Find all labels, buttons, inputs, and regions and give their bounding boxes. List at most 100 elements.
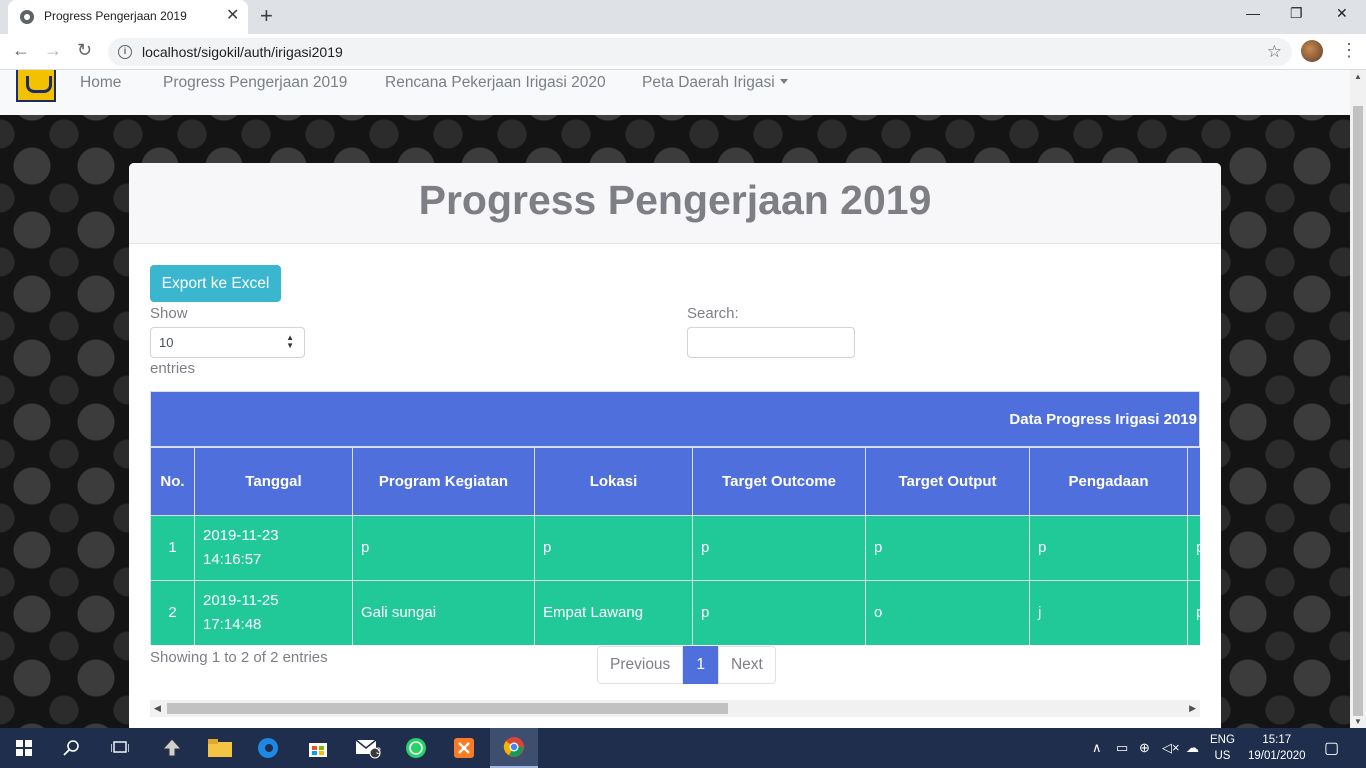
profile-avatar[interactable]	[1301, 40, 1323, 62]
column-header-pengadaan[interactable]: Pengadaan	[1029, 447, 1188, 516]
column-header-tanggal[interactable]: Tanggal	[194, 447, 353, 516]
page-viewport: Home Progress Pengerjaan 2019 Rencana Pe…	[0, 70, 1350, 728]
column-header-lokasi[interactable]: Lokasi	[534, 447, 693, 516]
scroll-left-icon[interactable]: ◀	[154, 703, 161, 714]
volume-muted-icon[interactable]: ◁×	[1162, 740, 1180, 756]
page-title: Progress Pengerjaan 2019	[418, 177, 932, 223]
show-label: Show	[150, 305, 188, 322]
bookmark-star-icon[interactable]: ☆	[1267, 42, 1282, 62]
search-icon[interactable]	[48, 728, 96, 768]
column-header-program[interactable]: Program Kegiatan	[352, 447, 535, 516]
vertical-scroll-thumb[interactable]	[1353, 106, 1363, 716]
table-group-header: Data Progress Irigasi 2019	[150, 391, 1200, 447]
table-cell-output: o	[865, 580, 1030, 645]
progress-table: Data Progress Irigasi 2019 No. Tanggal P…	[150, 391, 1200, 645]
table-info: Showing 1 to 2 of 2 entries	[150, 649, 328, 666]
forward-arrow-icon[interactable]: →	[44, 40, 62, 61]
search-input[interactable]	[687, 327, 855, 358]
windows-start-icon[interactable]	[0, 728, 48, 768]
pagination: Previous 1 Next	[597, 646, 776, 684]
maximize-icon[interactable]: ❐	[1290, 5, 1303, 22]
language-indicator[interactable]: ENG US	[1210, 732, 1235, 764]
chrome-icon[interactable]	[490, 728, 538, 768]
address-bar[interactable]: i localhost/sigokil/auth/irigasi2019 ☆	[108, 38, 1292, 66]
pagination-previous[interactable]: Previous	[597, 646, 684, 684]
whatsapp-icon[interactable]	[392, 728, 440, 768]
nav-peta-label: Peta Daerah Irigasi	[642, 74, 775, 91]
table-cell-program: p	[352, 515, 535, 581]
entries-select-value: 10	[159, 335, 174, 350]
site-navbar: Home Progress Pengerjaan 2019 Rencana Pe…	[0, 70, 1350, 115]
scroll-up-icon[interactable]: ▲	[1354, 72, 1362, 81]
browser-toolbar: ← → ↻ i localhost/sigokil/auth/irigasi20…	[0, 34, 1366, 70]
entries-label: entries	[150, 360, 196, 377]
column-header-output[interactable]: Target Output	[865, 447, 1030, 516]
table-cell-tanggal: 2019-11-23 14:16:57	[194, 515, 353, 581]
globe-icon	[20, 10, 34, 24]
minimize-icon[interactable]: —	[1246, 5, 1260, 21]
table-cell-no: 1	[150, 515, 195, 581]
table-cell-pengadaan: p	[1029, 515, 1188, 581]
language-region: US	[1214, 750, 1231, 762]
info-icon[interactable]: i	[118, 45, 132, 59]
entries-select[interactable]: 10 ▲ ▼	[150, 327, 305, 358]
mail-badge: 3	[376, 746, 382, 756]
inkscape-icon[interactable]	[148, 728, 196, 768]
clock-time: 15:17	[1262, 734, 1292, 746]
browser-tab-strip: Progress Pengerjaan 2019 ✕ + — ❐ ✕	[0, 0, 1366, 34]
table-group-title: Data Progress Irigasi 2019	[1009, 411, 1197, 428]
horizontal-scrollbar[interactable]: ◀ ▶	[150, 700, 1200, 717]
column-header-outcome[interactable]: Target Outcome	[692, 447, 866, 516]
vertical-scrollbar[interactable]: ▲ ▼	[1350, 70, 1366, 728]
browser-menu-icon[interactable]: ⋮	[1340, 40, 1358, 60]
column-header-next[interactable]	[1187, 447, 1200, 516]
card-header: Progress Pengerjaan 2019	[129, 163, 1221, 244]
nav-progress-2019[interactable]: Progress Pengerjaan 2019	[163, 74, 347, 92]
progress-card: Progress Pengerjaan 2019 Export ke Excel…	[129, 163, 1221, 728]
caret-down-icon	[779, 79, 788, 84]
tab-close-icon[interactable]: ✕	[226, 7, 239, 25]
horizontal-scroll-thumb[interactable]	[167, 703, 728, 714]
table-cell-next: p	[1187, 515, 1200, 581]
browser-tab[interactable]: Progress Pengerjaan 2019 ✕	[8, 0, 248, 34]
nav-home[interactable]: Home	[80, 74, 121, 92]
table-cell-outcome: p	[692, 580, 866, 645]
pagination-page-1[interactable]: 1	[683, 646, 718, 684]
xampp-icon[interactable]	[440, 728, 488, 768]
export-excel-button[interactable]: Export ke Excel	[150, 265, 281, 302]
cloud-upload-icon[interactable]: ☁	[1186, 740, 1199, 756]
pagination-next[interactable]: Next	[717, 646, 776, 684]
notification-icon[interactable]: ▢	[1324, 738, 1339, 758]
tray-chevron-up-icon[interactable]: ∧	[1092, 740, 1102, 756]
reload-icon[interactable]: ↻	[77, 40, 92, 61]
table-cell-outcome: p	[692, 515, 866, 581]
column-header-no[interactable]: No.	[150, 447, 195, 516]
store-icon[interactable]	[294, 728, 342, 768]
network-globe-icon[interactable]: ⊕	[1139, 740, 1150, 756]
table-cell-pengadaan: j	[1029, 580, 1188, 645]
table-cell-lokasi: Empat Lawang	[534, 580, 693, 645]
scroll-right-icon[interactable]: ▶	[1189, 703, 1196, 714]
select-arrows-icon: ▲ ▼	[286, 333, 294, 350]
taskbar-clock[interactable]: 15:17 19/01/2020	[1248, 732, 1306, 764]
edge-browser-icon[interactable]	[244, 728, 292, 768]
nav-rencana-2020[interactable]: Rencana Pekerjaan Irigasi 2020	[385, 74, 606, 92]
close-window-icon[interactable]: ✕	[1336, 5, 1348, 22]
new-tab-icon[interactable]: +	[260, 4, 273, 28]
scroll-down-icon[interactable]: ▼	[1354, 717, 1362, 726]
table-cell-lokasi: p	[534, 515, 693, 581]
mail-icon[interactable]: 3	[344, 728, 392, 768]
table-cell-output: p	[865, 515, 1030, 581]
file-explorer-icon[interactable]	[196, 728, 244, 768]
table-cell-program: Gali sungai	[352, 580, 535, 645]
windows-taskbar: 3 ∧ ▭ ⊕ ◁× ☁ ENG US 15:17 19/01/2020 ▢	[0, 728, 1366, 768]
task-view-icon[interactable]	[96, 728, 144, 768]
battery-icon[interactable]: ▭	[1116, 740, 1128, 756]
nav-peta-dropdown[interactable]: Peta Daerah Irigasi	[642, 74, 788, 92]
table-cell-no: 2	[150, 580, 195, 645]
back-arrow-icon[interactable]: ←	[12, 40, 30, 61]
table-cell-next: p	[1187, 580, 1200, 645]
site-logo[interactable]	[16, 70, 56, 102]
tab-title: Progress Pengerjaan 2019	[44, 9, 187, 23]
url-text[interactable]: localhost/sigokil/auth/irigasi2019	[142, 44, 343, 60]
